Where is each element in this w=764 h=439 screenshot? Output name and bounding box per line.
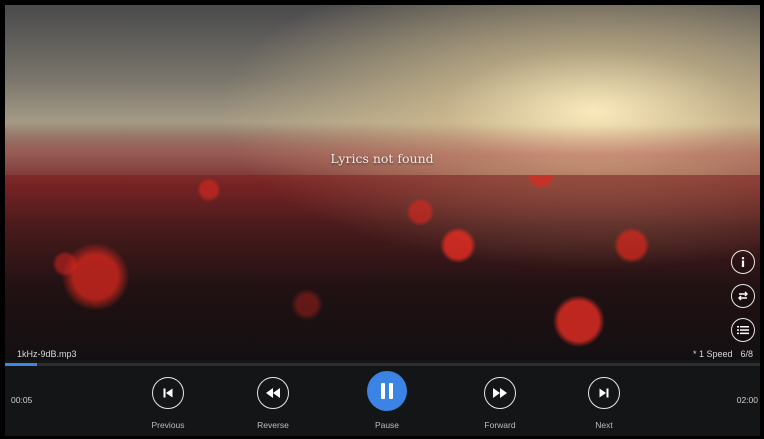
fast-forward-icon: [493, 388, 507, 398]
queue-position: 6/8: [740, 349, 753, 359]
previous-label: Previous: [151, 420, 185, 430]
reverse-button[interactable]: Reverse: [238, 377, 308, 435]
progress-fill: [5, 363, 37, 366]
skip-next-icon: [599, 388, 609, 398]
previous-button[interactable]: Previous: [133, 377, 203, 435]
control-bar: 00:05 02:00 Previous Reverse Pause Forwa…: [5, 360, 760, 436]
speed-info: * 1 Speed 6/8: [693, 349, 753, 359]
next-label: Next: [595, 420, 613, 430]
skip-previous-icon: [163, 388, 173, 398]
playlist-icon: [737, 326, 749, 335]
info-button[interactable]: [731, 250, 755, 274]
repeat-button[interactable]: [731, 284, 755, 308]
next-button[interactable]: Next: [569, 377, 639, 435]
lyrics-message: Lyrics not found: [330, 151, 434, 166]
reverse-label: Reverse: [257, 420, 289, 430]
speed-label[interactable]: * 1 Speed: [693, 349, 733, 359]
album-art-background: [5, 5, 760, 360]
media-player: Lyrics not found 1kHz-9dB.mp3 * 1 Speed 6…: [0, 0, 764, 439]
rewind-icon: [266, 388, 280, 398]
poppy-field: [5, 175, 760, 360]
forward-label: Forward: [484, 420, 516, 430]
playlist-button[interactable]: [731, 318, 755, 342]
pause-button[interactable]: Pause: [352, 371, 422, 435]
info-icon: [741, 257, 745, 267]
progress-bar[interactable]: [5, 363, 760, 366]
track-filename: 1kHz-9dB.mp3: [17, 349, 77, 359]
elapsed-time: 00:05: [11, 395, 33, 405]
repeat-icon: [738, 291, 748, 301]
pause-label: Pause: [374, 420, 400, 430]
forward-button[interactable]: Forward: [465, 377, 535, 435]
pause-icon: [381, 383, 393, 399]
total-duration: 02:00: [736, 395, 758, 405]
